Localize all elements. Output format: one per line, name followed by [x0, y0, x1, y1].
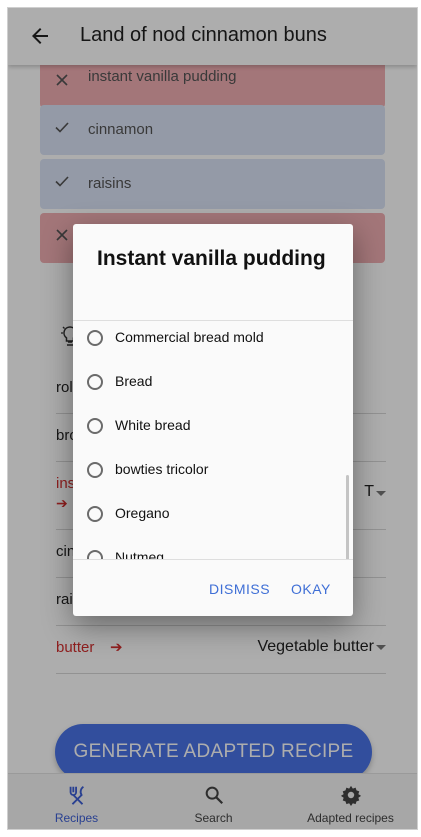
option-item[interactable]: Nutmeg: [73, 547, 353, 559]
substitute-dialog: Instant vanilla pudding Commercial bread…: [73, 224, 353, 616]
option-label: White bread: [115, 417, 191, 433]
option-label: Nutmeg: [115, 549, 165, 559]
option-item[interactable]: White bread: [73, 415, 353, 459]
divider: [73, 559, 353, 560]
option-item[interactable]: Oregano: [73, 503, 353, 547]
option-item[interactable]: Commercial bread mold: [73, 327, 353, 371]
radio-button[interactable]: [87, 550, 103, 559]
radio-button[interactable]: [87, 418, 103, 434]
dismiss-button[interactable]: DISMISS: [209, 581, 270, 597]
option-label: bowties tricolor: [115, 461, 209, 477]
dialog-title: Instant vanilla pudding: [97, 247, 326, 270]
radio-button[interactable]: [87, 330, 103, 346]
okay-button[interactable]: OKAY: [291, 581, 331, 597]
app-frame: Land of nod cinnamon buns instant vanill…: [7, 7, 418, 830]
radio-button[interactable]: [87, 462, 103, 478]
option-list[interactable]: Commercial bread mold Bread White bread …: [73, 321, 353, 559]
option-item[interactable]: Bread: [73, 371, 353, 415]
radio-button[interactable]: [87, 374, 103, 390]
scrollbar[interactable]: [346, 475, 349, 559]
option-label: Bread: [115, 373, 153, 389]
option-label: Oregano: [115, 505, 170, 521]
option-item[interactable]: bowties tricolor: [73, 459, 353, 503]
option-label: Commercial bread mold: [115, 329, 264, 345]
radio-button[interactable]: [87, 506, 103, 522]
